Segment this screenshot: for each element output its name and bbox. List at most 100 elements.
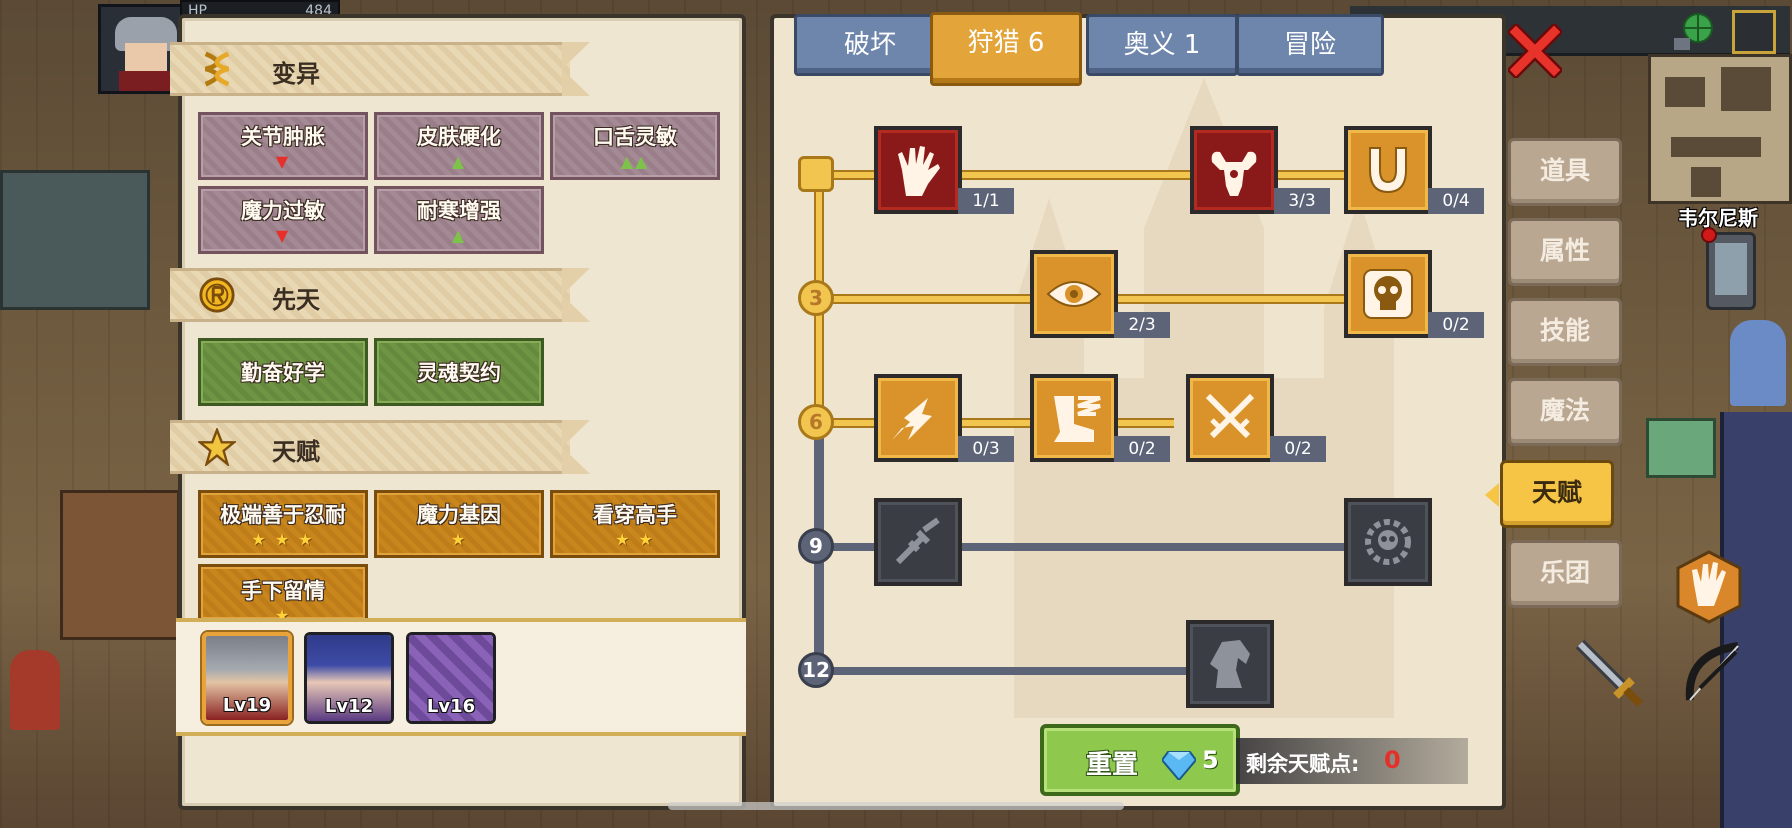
dna-icon [204,51,230,87]
home-indicator [668,802,1124,810]
sword-icon[interactable] [1570,634,1648,712]
horseshoe-icon [1369,147,1407,194]
skill-hand[interactable] [874,126,962,214]
bow-icon[interactable] [1676,634,1754,712]
section-header-talent: 天赋 [170,420,608,474]
horse-head-icon [1210,640,1250,688]
menu-talents[interactable]: 天赋 [1485,460,1614,528]
branch-line-tier-12 [824,667,1224,675]
trait-sharp-tongue[interactable]: 口舌灵敏 ▲▲ [550,112,720,180]
trait-label: 关节肿胀 [241,125,325,149]
tab-destruction[interactable]: 破坏 [794,14,946,76]
flexing-arm-icon [1211,151,1257,196]
talent-merciful[interactable]: 手下留情 ★ [198,564,368,625]
star-icon [198,428,236,466]
down-arrow-icon: ▼ [275,226,291,245]
party-selector: Lv19 Lv12 Lv16 [176,618,746,736]
exit-icon[interactable] [1732,10,1776,54]
trait-label: 口舌灵敏 [593,125,677,149]
trait-label: 看穿高手 [593,503,677,527]
talent-see-through-master[interactable]: 看穿高手 ★ ★ [550,490,720,558]
diamond-icon [1162,751,1196,780]
talent-mana-gene[interactable]: 魔力基因 ★ [374,490,544,558]
minimap[interactable] [1648,54,1792,204]
party-member-2[interactable]: Lv12 [304,632,394,724]
section-title: 天赋 [272,438,320,466]
tab-adventure[interactable]: 冒险 [1236,14,1384,76]
eye-icon [1046,281,1102,307]
globe-network-icon[interactable] [1672,10,1716,54]
tier-node-6: 6 [798,404,834,440]
tier-node-9: 9 [798,528,834,564]
bookshelf [60,490,180,640]
trait-mana-allergy[interactable]: 魔力过敏 ▼ [198,186,368,254]
skill-skull-shield[interactable] [1344,250,1432,338]
phone-icon[interactable] [1701,227,1756,310]
close-icon[interactable] [1508,24,1562,78]
skill-crossed-swords[interactable] [1186,374,1274,462]
section-title: 变异 [272,60,320,88]
skull-gear-icon [1365,519,1411,565]
wall-shelf [0,170,150,310]
skill-count: 0/4 [1428,188,1484,214]
menu-skills[interactable]: 技能 [1508,298,1622,366]
tab-hunting[interactable]: 狩猎 6 [930,12,1082,86]
down-arrow-icon: ▼ [275,152,291,171]
remaining-points-label: 剩余天赋点: [1246,752,1360,776]
menu-attributes[interactable]: 属性 [1508,218,1622,286]
npc-character-right [1730,320,1786,406]
up-arrow-icon: ▲▲ [620,152,650,171]
skill-winged-boot[interactable] [1030,374,1118,462]
trait-label: 灵魂契约 [417,361,501,385]
skill-count: 1/1 [958,188,1014,214]
skill-count: 0/2 [1114,436,1170,462]
hand-action-icon[interactable] [1670,548,1748,626]
reset-cost: 5 [1202,746,1219,774]
reset-label: 重置 [1086,750,1139,780]
trait-label: 手下留情 [241,579,325,603]
trait-joint-swelling[interactable]: 关节肿胀 ▼ [198,112,368,180]
trait-label: 魔力基因 [417,503,501,527]
skill-skull-gear[interactable] [1344,498,1432,586]
syringe-icon [895,517,940,565]
trait-diligent-learner[interactable]: 勤奋好学 [198,338,368,406]
menu-items[interactable]: 道具 [1508,138,1622,206]
lightning-icon [892,398,932,440]
talent-extreme-endurance[interactable]: 极端善于忍耐 ★ ★ ★ [198,490,368,558]
npc-character [10,650,60,730]
skill-count: 0/2 [1428,312,1484,338]
menu-band[interactable]: 乐团 [1508,540,1622,608]
up-arrow-icon: ▲ [451,152,467,171]
trait-skin-hardening[interactable]: 皮肤硬化 ▲ [374,112,544,180]
party-member-level: Lv19 [222,695,272,716]
trait-label: 皮肤硬化 [417,125,501,149]
skill-strength[interactable] [1190,126,1278,214]
skill-lightning[interactable] [874,374,962,462]
floor-green-block [1646,418,1716,478]
trait-label: 魔力过敏 [241,199,325,223]
skill-count: 0/2 [1270,436,1326,462]
remaining-points-value: 0 [1384,746,1401,774]
hand-icon [898,146,940,196]
skull-shield-icon [1363,269,1413,319]
section-title: 先天 [272,286,320,314]
skill-horse[interactable] [1186,620,1274,708]
up-arrow-icon: ▲ [451,226,467,245]
remaining-points: 剩余天赋点: 0 [1236,738,1468,784]
tab-mystery[interactable]: 奥义 1 [1086,14,1238,76]
trait-soul-contract[interactable]: 灵魂契约 [374,338,544,406]
skill-horseshoe[interactable] [1344,126,1432,214]
trait-cold-resistance[interactable]: 耐寒增强 ▲ [374,186,544,254]
party-member-1[interactable]: Lv19 [202,632,292,724]
skill-eye[interactable] [1030,250,1118,338]
party-member-3[interactable]: Lv16 [406,632,496,724]
reset-talents-button[interactable]: 重置 5 [1040,724,1240,796]
section-header-mutation: 变异 [170,42,608,96]
winged-boot-icon [1054,396,1101,442]
star-rating: ★ ★ ★ [251,530,315,549]
r-coin-icon [199,277,235,313]
star-rating: ★ [450,530,468,549]
tier-node-3: 3 [798,280,834,316]
skill-syringe[interactable] [874,498,962,586]
menu-magic[interactable]: 魔法 [1508,378,1622,446]
